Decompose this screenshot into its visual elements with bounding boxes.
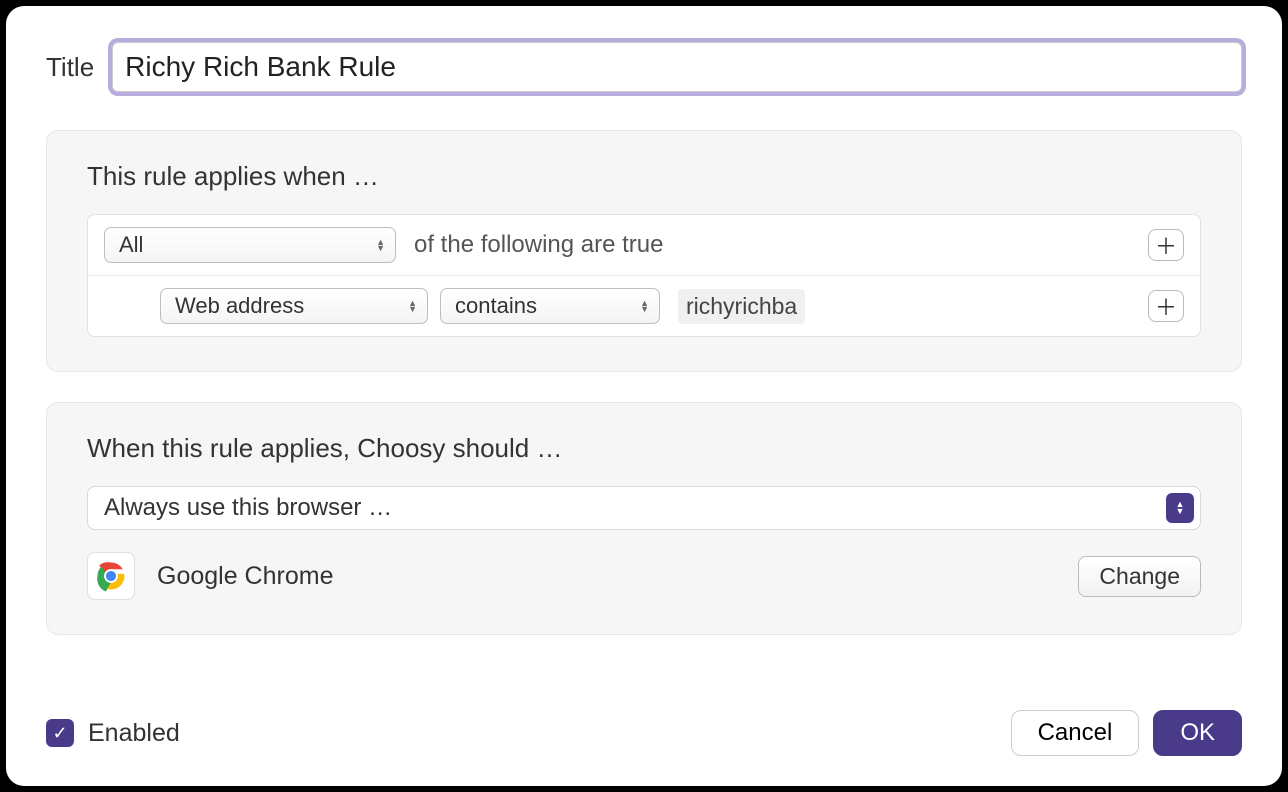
action-heading: When this rule applies, Choosy should … bbox=[87, 433, 1201, 464]
quantifier-value: All bbox=[119, 232, 143, 258]
chevron-updown-icon: ▲▼ bbox=[640, 300, 649, 312]
plus-icon: ＋ bbox=[1155, 290, 1177, 322]
browser-name: Google Chrome bbox=[157, 562, 333, 591]
condition-row: Web address ▲▼ contains ▲▼ richyrichba ＋ bbox=[88, 275, 1200, 336]
conditions-panel: This rule applies when … All ▲▼ of the f… bbox=[46, 130, 1242, 372]
change-browser-button[interactable]: Change bbox=[1078, 556, 1201, 597]
action-value: Always use this browser … bbox=[104, 494, 392, 522]
condition-field-value: Web address bbox=[175, 293, 304, 319]
action-panel: When this rule applies, Choosy should … … bbox=[46, 402, 1242, 635]
plus-icon: ＋ bbox=[1155, 229, 1177, 261]
condition-operator-value: contains bbox=[455, 293, 537, 319]
chevron-updown-icon: ▲▼ bbox=[376, 239, 385, 251]
title-row: Title bbox=[46, 42, 1242, 92]
add-condition-button[interactable]: ＋ bbox=[1148, 290, 1184, 322]
chevron-updown-icon: ▲▼ bbox=[1166, 493, 1194, 523]
condition-operator-select[interactable]: contains ▲▼ bbox=[440, 288, 660, 324]
enabled-checkbox[interactable]: ✓ bbox=[46, 719, 74, 747]
ok-button[interactable]: OK bbox=[1153, 710, 1242, 756]
chrome-icon bbox=[87, 552, 135, 600]
conditions-heading: This rule applies when … bbox=[87, 161, 1201, 192]
chevron-updown-icon: ▲▼ bbox=[408, 300, 417, 312]
quantifier-suffix: of the following are true bbox=[414, 231, 663, 259]
title-input[interactable] bbox=[112, 42, 1242, 92]
quantifier-row: All ▲▼ of the following are true ＋ bbox=[88, 215, 1200, 275]
quantifier-select[interactable]: All ▲▼ bbox=[104, 227, 396, 263]
rule-editor-window: Title This rule applies when … All ▲▼ of… bbox=[6, 6, 1282, 786]
title-label: Title bbox=[46, 52, 94, 83]
checkmark-icon: ✓ bbox=[52, 723, 67, 744]
cancel-button[interactable]: Cancel bbox=[1011, 710, 1140, 756]
enabled-label: Enabled bbox=[88, 719, 180, 748]
condition-value-input[interactable]: richyrichba bbox=[678, 289, 805, 324]
footer: ✓ Enabled Cancel OK bbox=[46, 690, 1242, 756]
condition-field-select[interactable]: Web address ▲▼ bbox=[160, 288, 428, 324]
browser-row: Google Chrome Change bbox=[87, 552, 1201, 600]
action-select[interactable]: Always use this browser … ▲▼ bbox=[87, 486, 1201, 530]
conditions-box: All ▲▼ of the following are true ＋ Web a… bbox=[87, 214, 1201, 337]
add-group-button[interactable]: ＋ bbox=[1148, 229, 1184, 261]
